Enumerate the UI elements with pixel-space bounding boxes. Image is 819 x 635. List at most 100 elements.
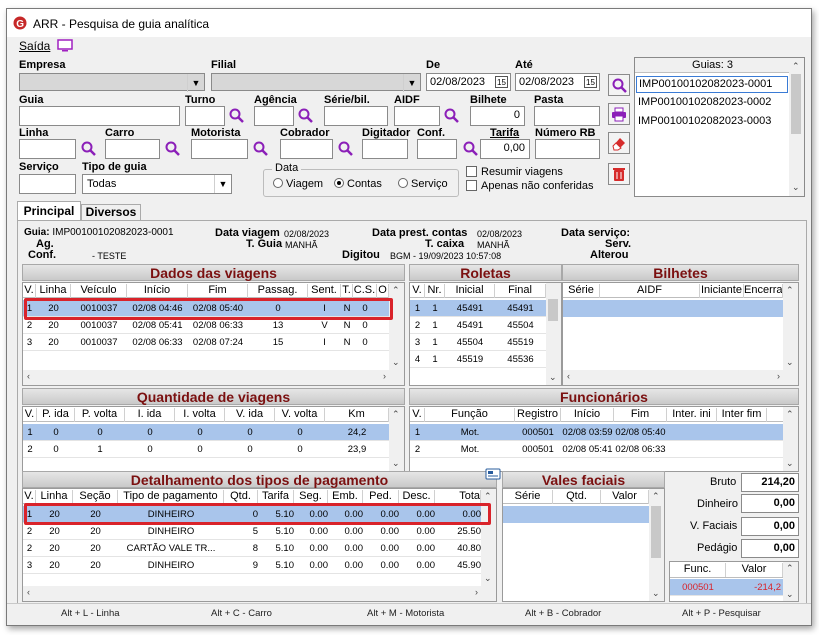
scroll-up-icon[interactable]: ⌃ bbox=[786, 285, 794, 296]
qtd-grid[interactable]: V. P. ida P. volta I. ida I. volta V. ida V. v… bbox=[22, 406, 405, 472]
table-row[interactable]: 1 Mot. 000501 02/08 03:59 02/08 05:40 bbox=[410, 424, 783, 441]
clear-button[interactable] bbox=[608, 132, 630, 154]
bilhete-input[interactable]: 0 bbox=[470, 106, 525, 126]
tarifa-input[interactable]: 0,00 bbox=[480, 139, 530, 159]
tipo-guia-select[interactable]: Todas ▼ bbox=[82, 174, 232, 194]
scroll-down-icon[interactable]: ⌄ bbox=[652, 588, 660, 599]
bilhetes-hscroll[interactable]: ‹ › bbox=[563, 370, 798, 385]
guia-item[interactable]: IMP00100102082023-0002 bbox=[636, 95, 788, 112]
func-grid[interactable]: V. Função Registro Início Fim Inter. ini Inter… bbox=[409, 406, 799, 472]
table-row[interactable]: 3 1 45504 45519 bbox=[410, 334, 546, 351]
table-row[interactable]: 4 1 45519 45536 bbox=[410, 351, 546, 368]
card-icon[interactable] bbox=[485, 468, 501, 480]
scroll-down-icon[interactable]: ⌄ bbox=[549, 372, 557, 383]
calendar-icon[interactable]: 15 bbox=[495, 76, 508, 88]
conf-input[interactable] bbox=[417, 139, 457, 159]
servico-input[interactable] bbox=[19, 174, 76, 194]
print-button[interactable] bbox=[608, 103, 630, 125]
scroll-left-icon[interactable]: ‹ bbox=[27, 587, 30, 597]
apenas-checkbox[interactable]: Apenas não conferidas bbox=[466, 180, 594, 192]
table-row[interactable]: 2 0 1 0 0 0 0 23,9 bbox=[23, 441, 389, 458]
de-date-input[interactable]: 02/08/2023 15 bbox=[426, 73, 511, 91]
func-valor-grid[interactable]: Func. Valor 000501 -214,2 ⌃ ⌄ bbox=[669, 561, 799, 602]
search-icon[interactable] bbox=[298, 108, 313, 123]
search-icon[interactable] bbox=[81, 141, 96, 156]
table-row[interactable]: 2 Mot. 000501 02/08 05:41 02/08 06:33 bbox=[410, 441, 783, 458]
vales-grid[interactable]: Série Qtd. Valor ⌃ ⌄ bbox=[502, 488, 665, 602]
digitador-input[interactable] bbox=[362, 139, 408, 159]
func-vscroll[interactable]: ⌃ ⌄ bbox=[783, 407, 798, 471]
viagens-hscroll[interactable]: ‹ › bbox=[23, 370, 404, 385]
scroll-down-icon[interactable]: ⌄ bbox=[786, 589, 794, 600]
agencia-input[interactable] bbox=[254, 106, 294, 126]
scroll-up-icon[interactable]: ⌃ bbox=[392, 285, 400, 296]
scroll-up-icon[interactable]: ⌃ bbox=[786, 409, 794, 420]
scroll-up-icon[interactable]: ⌃ bbox=[484, 491, 492, 502]
radio-contas[interactable]: Contas bbox=[334, 178, 382, 190]
search-icon[interactable] bbox=[253, 141, 268, 156]
scroll-down-icon[interactable]: ⌄ bbox=[786, 458, 794, 469]
scroll-up-icon[interactable]: ⌃ bbox=[652, 491, 660, 502]
filial-select[interactable]: ▼ bbox=[211, 73, 421, 92]
resumir-checkbox[interactable]: Resumir viagens bbox=[466, 166, 563, 178]
search-icon[interactable] bbox=[229, 108, 244, 123]
table-row[interactable]: 000501 -214,2 bbox=[670, 579, 783, 596]
tab-principal[interactable]: Principal bbox=[17, 201, 81, 221]
guia-input[interactable] bbox=[19, 106, 180, 126]
turno-input[interactable] bbox=[185, 106, 225, 126]
pasta-input[interactable] bbox=[534, 106, 600, 126]
numero-rb-input[interactable] bbox=[535, 139, 600, 159]
calendar-icon[interactable]: 15 bbox=[584, 76, 597, 88]
motorista-input[interactable] bbox=[191, 139, 248, 159]
table-row[interactable]: 2 20 20 DINHEIRO 5 5.10 0.00 0.00 0.00 0.00 25.50 bbox=[23, 523, 481, 540]
func-valor-vscroll[interactable]: ⌃ ⌄ bbox=[783, 562, 798, 601]
carro-input[interactable] bbox=[105, 139, 160, 159]
monitor-icon[interactable] bbox=[57, 39, 73, 52]
scroll-left-icon[interactable]: ‹ bbox=[567, 371, 570, 381]
scroll-down-icon[interactable]: ⌄ bbox=[392, 458, 400, 469]
table-row[interactable]: 3 20 20 DINHEIRO 9 5.10 0.00 0.00 0.00 0.00 45.90 bbox=[23, 557, 481, 574]
guia-item[interactable]: IMP00100102082023-0001 bbox=[636, 76, 788, 93]
scroll-down-icon[interactable]: ⌄ bbox=[786, 357, 794, 368]
guias-list[interactable]: Guias: 3 IMP00100102082023-0001 IMP00100… bbox=[634, 57, 805, 197]
vales-vscroll[interactable]: ⌃ ⌄ bbox=[649, 489, 664, 601]
tab-diversos[interactable]: Diversos bbox=[81, 204, 141, 221]
scroll-down-icon[interactable]: ⌄ bbox=[792, 182, 800, 193]
menu-exit[interactable]: Saída bbox=[19, 39, 50, 53]
table-row[interactable]: 3 20 0010037 02/08 06:33 02/08 07:24 15 I N 0 bbox=[23, 334, 389, 351]
scroll-up-icon[interactable]: ⌃ bbox=[786, 563, 794, 574]
scroll-right-icon[interactable]: › bbox=[475, 587, 478, 597]
table-row[interactable]: 2 20 20 CARTÃO VALE TR... 8 5.10 0.00 0.00 0.00 0… bbox=[23, 540, 481, 557]
table-row[interactable] bbox=[503, 506, 649, 523]
pag-hscroll[interactable]: ‹ › bbox=[23, 586, 496, 601]
aidf-input[interactable] bbox=[394, 106, 440, 126]
roletas-grid[interactable]: V. Nr. Inicial Final 1 1 45491 45491 2 1 45491 45… bbox=[409, 282, 562, 386]
scroll-right-icon[interactable]: › bbox=[777, 371, 780, 381]
search-icon[interactable] bbox=[165, 141, 180, 156]
scroll-left-icon[interactable]: ‹ bbox=[27, 371, 30, 381]
scroll-up-icon[interactable]: ⌃ bbox=[792, 61, 800, 72]
scroll-right-icon[interactable]: › bbox=[383, 371, 386, 381]
search-button[interactable] bbox=[608, 74, 630, 96]
table-row[interactable]: 2 1 45491 45504 bbox=[410, 317, 546, 334]
table-row[interactable] bbox=[563, 300, 783, 317]
linha-input[interactable] bbox=[19, 139, 76, 159]
bilhetes-grid[interactable]: Série AIDF Iniciante Encerrar ⌃ ⌄ ‹ › bbox=[562, 282, 799, 386]
search-icon[interactable] bbox=[444, 108, 459, 123]
table-row[interactable]: 1 0 0 0 0 0 0 24,2 bbox=[23, 424, 389, 441]
scroll-down-icon[interactable]: ⌄ bbox=[392, 357, 400, 368]
search-icon[interactable] bbox=[463, 141, 478, 156]
viagens-vscroll[interactable]: ⌃ ⌄ bbox=[389, 283, 404, 370]
radio-viagem[interactable]: Viagem bbox=[273, 178, 323, 190]
bilhetes-vscroll[interactable]: ⌃ ⌄ bbox=[783, 283, 798, 370]
delete-button[interactable] bbox=[608, 163, 630, 185]
serie-input[interactable] bbox=[324, 106, 388, 126]
roletas-vscroll[interactable]: ⌄ bbox=[546, 283, 561, 385]
table-row[interactable]: 1 1 45491 45491 bbox=[410, 300, 546, 317]
ate-date-input[interactable]: 02/08/2023 15 bbox=[515, 73, 600, 91]
search-icon[interactable] bbox=[338, 141, 353, 156]
guia-item[interactable]: IMP00100102082023-0003 bbox=[636, 114, 788, 131]
cobrador-input[interactable] bbox=[280, 139, 333, 159]
scroll-up-icon[interactable]: ⌃ bbox=[392, 409, 400, 420]
radio-servico[interactable]: Serviço bbox=[398, 178, 448, 190]
